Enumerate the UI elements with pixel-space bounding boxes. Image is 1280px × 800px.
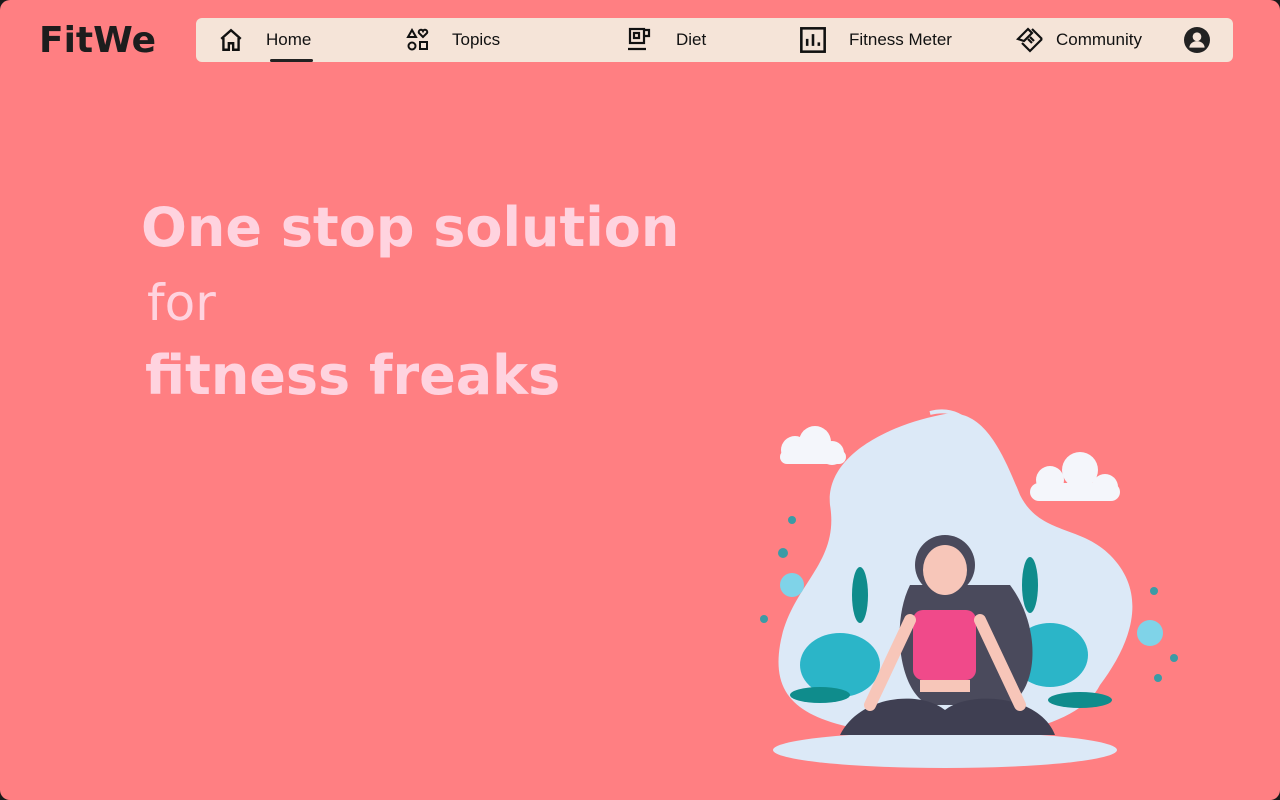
nav-label: Fitness Meter [849,30,952,49]
bar-chart-icon [800,27,826,53]
nav-bar: Home Topics Diet Fitness Meter Community [196,18,1233,62]
page: FitWe Home Topics Diet Fitness Meter Com… [0,0,1280,800]
nav-label: Topics [452,30,501,49]
nav-label: Diet [676,30,707,49]
hero-line-3: fitness freaks [145,344,561,407]
handshake-icon [1016,27,1043,53]
nav-item-topics[interactable]: Topics [406,18,500,62]
hero-line-1: One stop solution [141,196,680,259]
home-icon [220,28,242,51]
active-indicator [270,59,313,62]
nav-label: Home [266,30,312,49]
yoga-illustration [760,409,1178,768]
logo[interactable]: FitWe [39,20,156,61]
nav-item-fitness-meter[interactable]: Fitness Meter [799,18,952,62]
nav-item-diet[interactable]: Diet [626,18,706,62]
nav-item-home[interactable]: Home [218,18,311,62]
nav-item-community[interactable]: Community [1016,18,1142,62]
mug-icon [628,27,651,51]
shapes-icon [406,28,429,51]
hero-line-2: for [147,274,216,332]
nav-label: Community [1056,30,1142,49]
account-circle-icon[interactable] [1184,27,1210,53]
